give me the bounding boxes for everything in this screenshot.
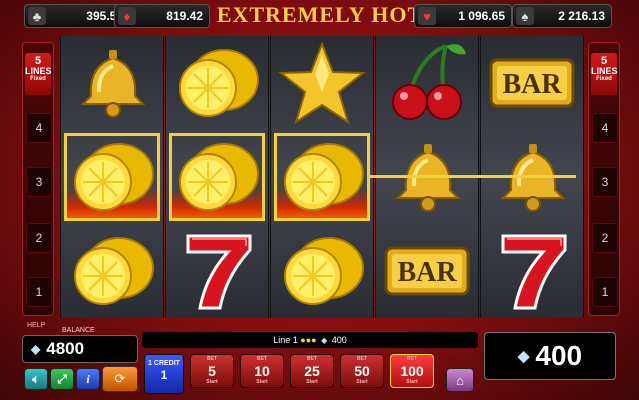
lemon-icon (166, 36, 268, 130)
diamond-gem-icon: ◆ (31, 342, 41, 356)
balance-display: ◆ 4800 (22, 335, 138, 363)
speaker-icon: 🔈︎ (32, 371, 40, 386)
balance-label: BALANCE (62, 327, 95, 334)
home-button[interactable]: ⌂ (446, 368, 474, 392)
diamond-icon: ♦ (118, 7, 136, 25)
balance-value: 4800 (46, 339, 85, 358)
seven-icon (166, 224, 268, 318)
home-icon: ⌂ (456, 372, 464, 388)
lemon-icon (271, 224, 373, 318)
lines-indicator: 5 LINES Fixed (591, 53, 618, 95)
fullscreen-button[interactable]: ⤢ (50, 368, 74, 390)
lines-indicator: 5 LINES Fixed (25, 53, 52, 95)
jackpot-bar: ♣ 395.53 ♦ 819.42 EXTREMELY HOT ♥ 1 096.… (0, 0, 639, 32)
seven-icon (481, 224, 583, 318)
win-highlight-frame (274, 133, 370, 221)
diamond-gem-icon: ◆ (517, 348, 530, 365)
jackpot-spade: ♠ 2 216.13 (512, 4, 612, 28)
jackpot-diamond: ♦ 819.42 (114, 4, 210, 28)
jackpot-heart: ♥ 1 096.65 (414, 4, 512, 28)
lemon-icons: ●●● (300, 335, 320, 345)
spade-icon: ♠ (516, 7, 534, 25)
bet-25-button[interactable]: BET 25 Start (290, 354, 334, 388)
autoplay-icon: ⟳ (114, 371, 126, 386)
reel-3 (270, 36, 374, 318)
win-highlight-frame (64, 133, 160, 221)
cherries-icon (376, 36, 478, 130)
jackpot-value: 819.42 (166, 9, 203, 23)
club-icon: ♣ (28, 7, 46, 25)
bet-10-button[interactable]: BET 10 Start (240, 354, 284, 388)
fullscreen-icon: ⤢ (57, 371, 67, 386)
lemon-icon (166, 130, 268, 224)
bar-icon: BAR (481, 36, 583, 130)
jackpot-value: 1 096.65 (458, 9, 505, 23)
win-display: ◆ 400 (484, 332, 616, 380)
bar-icon: BAR (376, 224, 478, 318)
line-number: 1 (26, 277, 52, 307)
heart-icon: ♥ (418, 7, 436, 25)
lemon-icon (61, 224, 163, 318)
lemon-icon (271, 130, 373, 224)
win-highlight-frame (169, 133, 265, 221)
line-number: 3 (592, 167, 618, 197)
autoplay-button[interactable]: ⟳ (102, 366, 138, 392)
help-label[interactable]: HELP (27, 322, 45, 329)
bet-50-button[interactable]: BET 50 Start (340, 354, 384, 388)
line-number: 3 (26, 167, 52, 197)
win-value: 400 (535, 340, 583, 371)
game-title: EXTREMELY HOT (216, 2, 424, 27)
lemon-icon (61, 130, 163, 224)
svg-text:BAR: BAR (397, 257, 457, 288)
line-number: 1 (592, 277, 618, 307)
lines-panel-right: 5 LINES Fixed 4 3 2 1 (588, 42, 620, 316)
info-button[interactable]: i (76, 368, 100, 390)
svg-text:BAR: BAR (502, 69, 562, 100)
bet-5-button[interactable]: BET 5 Start (190, 354, 234, 388)
reel-2 (165, 36, 269, 318)
line-number: 2 (592, 223, 618, 253)
jackpot-value: 2 216.13 (558, 9, 605, 23)
diamond-gem-icon: ◆ (321, 336, 328, 345)
line-number: 2 (26, 223, 52, 253)
star-icon (271, 36, 373, 130)
lines-panel-left: 5 LINES Fixed 4 3 2 1 (22, 42, 54, 316)
info-icon: i (86, 371, 90, 386)
line-number: 4 (592, 113, 618, 143)
sound-button[interactable]: 🔈︎ (24, 368, 48, 390)
reels-area[interactable]: BAR BAR (60, 36, 584, 318)
bet-100-button[interactable]: BET 100 Start (390, 354, 434, 388)
credit-button[interactable]: 1 CREDIT 1 (144, 354, 184, 394)
bell-icon (61, 36, 163, 130)
win-line-info: Line 1 ●●● ◆ 400 (142, 332, 478, 348)
payline-1 (370, 175, 576, 178)
reel-1 (60, 36, 164, 318)
line-number: 4 (26, 113, 52, 143)
